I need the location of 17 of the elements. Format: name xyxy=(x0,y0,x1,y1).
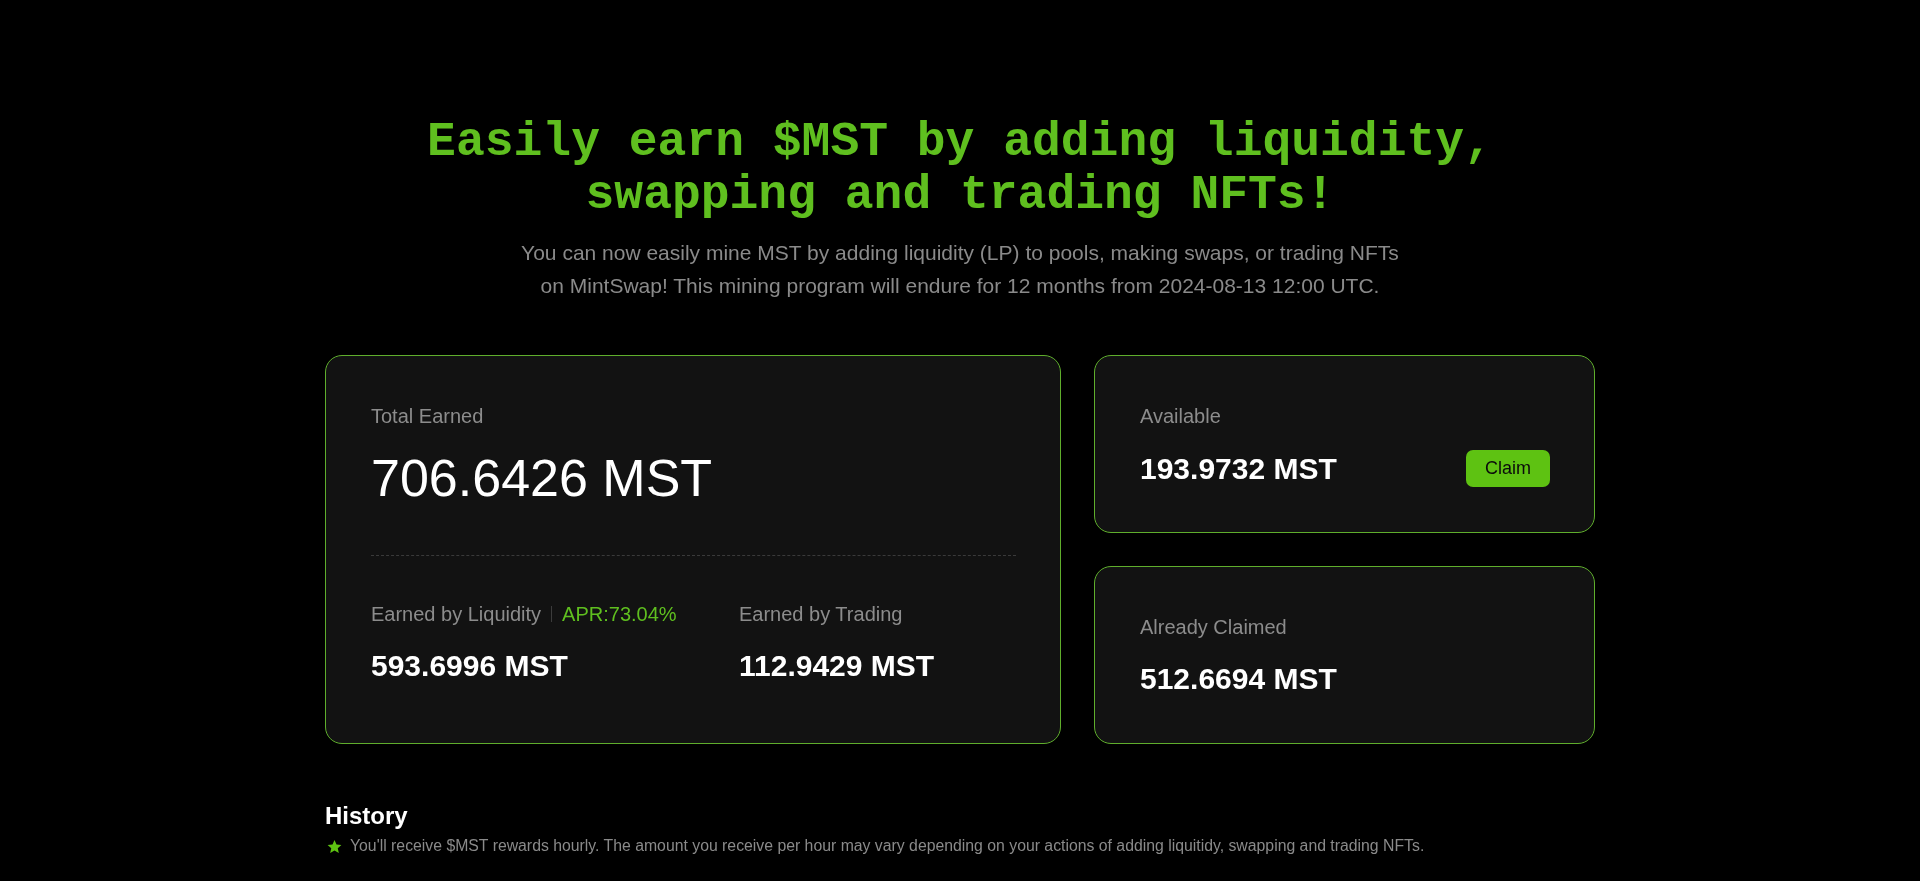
star-icon xyxy=(327,838,342,854)
stat-value: 593.6996 MST xyxy=(371,648,568,684)
apr-value: APR:73.04% xyxy=(562,602,677,626)
stat-value: 112.9429 MST xyxy=(739,648,935,684)
page-heading: Easily earn $MST by adding liquidity, swapping and trading NFTs! xyxy=(426,116,1494,222)
total-value: 706.6426 MST xyxy=(371,448,713,508)
stat-label: Already Claimed xyxy=(1140,615,1287,639)
stat-label: Earned by Trading xyxy=(739,602,903,626)
stat-label: Earned by Liquidity xyxy=(371,602,542,626)
stat-value: 193.9732 MST xyxy=(1140,450,1337,487)
intro-text: You can now easily mine MST by adding liquidity (LP) to pools, making swaps, or trading NFTs on MintSwap! This mining program will endure for 12 months from 2024-08-13 12:00 UTC. xyxy=(520,240,1400,299)
stat-label: Available xyxy=(1140,404,1221,428)
claim-button[interactable]: Claim xyxy=(1466,450,1550,487)
stat-label: Total Earned xyxy=(371,404,484,428)
history-note: You'll receive $MST rewards hourly. The amount you receive per hour may vary depending on your actions of adding liquitidy, swapping and trading NFTs. xyxy=(350,836,1425,856)
stat-value: 512.6694 MST xyxy=(1140,661,1337,697)
section-heading: History xyxy=(325,801,408,831)
